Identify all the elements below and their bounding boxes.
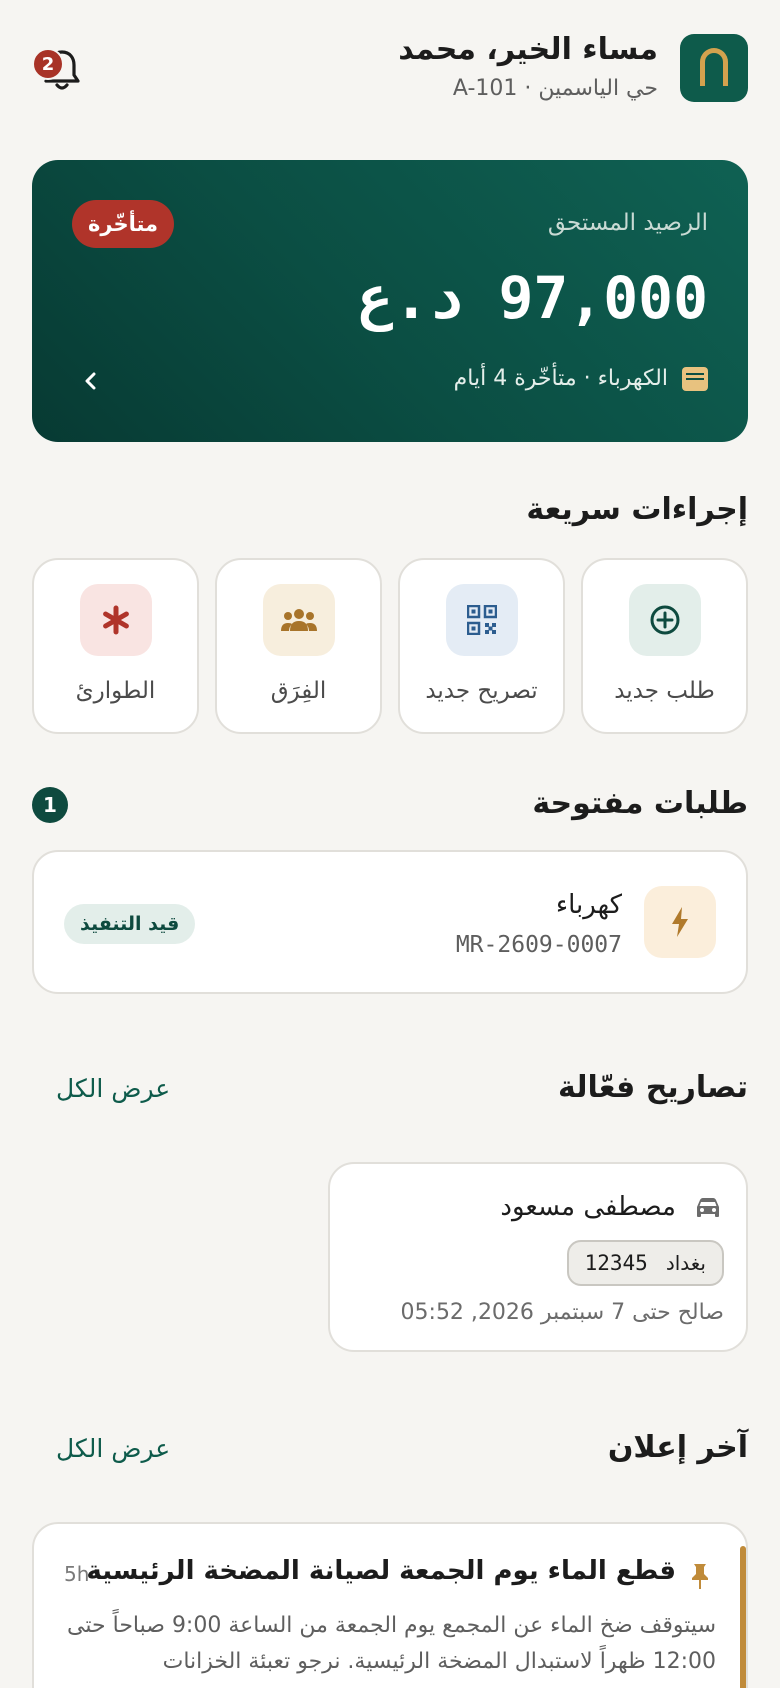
plate-number: 12345: [584, 1251, 648, 1275]
open-requests-title: طلبات مفتوحة: [532, 786, 748, 821]
asterisk-icon: [79, 584, 152, 656]
permits-view-all-link[interactable]: عرض الكل: [56, 1074, 170, 1103]
permit-card[interactable]: مصطفى مسعود بغداد 12345 صالح حتى 7 سبتمب…: [328, 1162, 748, 1352]
emergency-button[interactable]: الطوارئ: [32, 558, 199, 734]
unit-location: حي الياسمين · A-101: [452, 76, 658, 101]
request-card[interactable]: كهرباء MR-2609-0007 قيد التنفيذ: [32, 850, 748, 994]
new-permit-label: تصريح جديد: [425, 678, 538, 704]
announcement-card[interactable]: قطع الماء يوم الجمعة لصيانة المضخة الرئي…: [32, 1522, 748, 1688]
notifications-button[interactable]: 2: [32, 44, 84, 94]
permit-validity: صالح حتى 7 سبتمبر 2026, 05:52: [400, 1300, 724, 1325]
balance-amount: 97,000 د.ع: [358, 264, 708, 332]
new-request-button[interactable]: طلب جديد: [581, 558, 748, 734]
team-icon: [262, 584, 335, 656]
chevron-left-icon[interactable]: [76, 366, 106, 396]
quick-actions-title: إجراءات سريعة: [526, 492, 748, 527]
request-title: كهرباء: [555, 890, 622, 920]
quick-actions: طلب جديد تصريح جديد الفِرَق الطوارئ: [32, 558, 748, 734]
lightning-icon: [644, 886, 716, 958]
balance-detail: الكهرباء · متأخّرة 4 أيام: [454, 366, 708, 391]
plate-city: بغداد: [665, 1251, 706, 1275]
open-requests-count: 1: [32, 787, 68, 823]
overdue-badge: متأخّرة: [72, 200, 175, 248]
app-logo: [680, 34, 748, 102]
announcement-body: سيتوقف ضخ الماء عن المجمع يوم الجمعة من …: [67, 1613, 716, 1674]
request-code: MR-2609-0007: [455, 932, 622, 958]
teams-label: الفِرَق: [270, 678, 327, 704]
pin-icon: [688, 1562, 712, 1590]
bill-icon: [682, 366, 708, 391]
new-request-label: طلب جديد: [614, 678, 715, 704]
notification-count-badge: 2: [32, 48, 64, 80]
license-plate: بغداد 12345: [566, 1240, 724, 1286]
request-status-badge: قيد التنفيذ: [64, 904, 196, 944]
announcement-title: قطع الماء يوم الجمعة لصيانة المضخة الرئي…: [86, 1556, 676, 1586]
plus-circle-icon: [628, 584, 701, 656]
emergency-label: الطوارئ: [75, 678, 156, 704]
announcement-time: 5h: [64, 1562, 90, 1586]
car-icon: [694, 1194, 722, 1222]
announcements-view-all-link[interactable]: عرض الكل: [56, 1434, 170, 1463]
arch-logo-icon: [700, 48, 728, 86]
app-header: مساء الخير، محمد حي الياسمين · A-101 2: [32, 32, 748, 104]
announcement-accent-bar: [740, 1546, 746, 1688]
balance-detail-text: الكهرباء · متأخّرة 4 أيام: [453, 366, 668, 391]
qr-code-icon: [445, 584, 518, 656]
teams-button[interactable]: الفِرَق: [215, 558, 382, 734]
latest-announcement-title: آخر إعلان: [607, 1430, 748, 1465]
active-permits-title: تصاريح فعّالة: [558, 1070, 748, 1105]
balance-card[interactable]: الرصيد المستحق 97,000 د.ع متأخّرة الكهرب…: [32, 160, 748, 442]
greeting-text: مساء الخير، محمد: [398, 32, 658, 67]
permit-guest-name: مصطفى مسعود: [500, 1192, 676, 1222]
new-permit-button[interactable]: تصريح جديد: [398, 558, 565, 734]
balance-label: الرصيد المستحق: [547, 210, 708, 236]
